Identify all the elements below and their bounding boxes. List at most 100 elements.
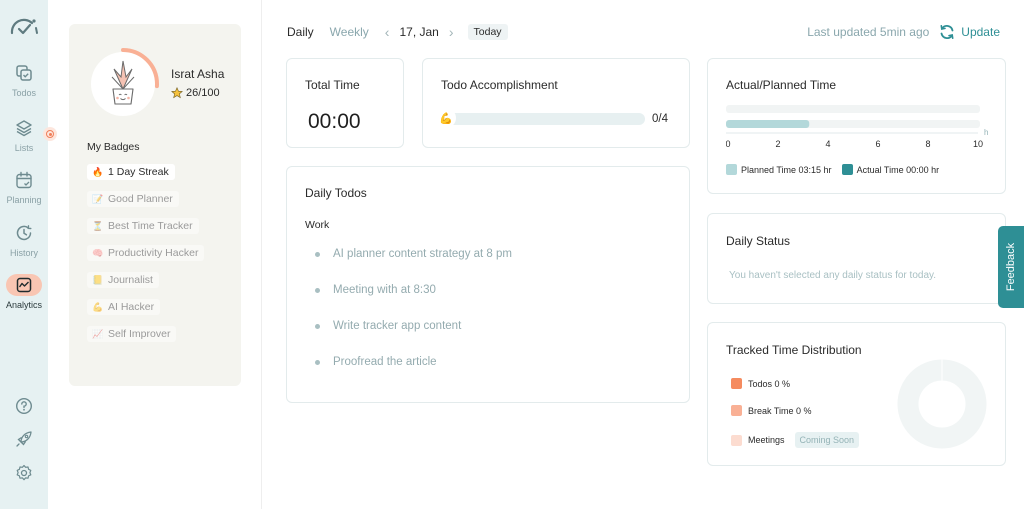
distribution-row-todos: Todos 0 % [731, 378, 790, 389]
plant-avatar-icon [111, 60, 135, 105]
nav-item-lists[interactable]: Lists [0, 117, 48, 153]
refresh-icon [940, 25, 954, 39]
nav-item-planning[interactable]: Planning [0, 169, 48, 205]
nav-item-analytics[interactable]: Analytics [0, 274, 48, 310]
legend-swatch [731, 434, 742, 446]
update-area: Last updated 5min ago Update [807, 24, 1000, 40]
chevron-left-icon[interactable]: ‹ [385, 24, 390, 40]
settings-button[interactable] [0, 464, 48, 482]
view-toolbar: Daily Weekly ‹ 17, Jan › Today [287, 24, 508, 40]
coming-soon-badge: Coming Soon [794, 432, 860, 448]
feedback-label: Feedback [1005, 242, 1017, 292]
badge-item[interactable]: 🔥 1 Day Streak [87, 164, 175, 180]
score-value: 26/100 [186, 87, 220, 99]
nav-rail: Todos Lists Planning History Analytics [0, 0, 48, 509]
record-dot-icon [46, 130, 54, 138]
tracked-time-card: Tracked Time Distribution Todos 0 % Brea… [707, 322, 1006, 466]
x-axis-unit: hr [984, 128, 988, 137]
card-title: Daily Status [726, 234, 791, 248]
last-updated-text: Last updated 5min ago [807, 25, 930, 39]
legend-label: Actual Time 00:00 hr [856, 164, 940, 175]
badge-label: Productivity Hacker [108, 247, 199, 259]
star-icon [171, 87, 183, 99]
feedback-tab[interactable]: Feedback [998, 226, 1024, 308]
x-tick-label: 4 [825, 139, 830, 149]
todo-item[interactable]: AI planner content strategy at 8 pm [315, 248, 512, 260]
badge-item[interactable]: ⏳ Best Time Tracker [87, 218, 199, 234]
user-score: 26/100 [171, 87, 220, 99]
card-title: Total Time [305, 78, 360, 92]
nav-label: Planning [6, 195, 42, 205]
badge-icon: 📝 [92, 194, 104, 204]
daily-status-card: Daily Status You haven't selected any da… [707, 213, 1006, 304]
x-tick-label: 10 [973, 139, 983, 149]
tab-weekly[interactable]: Weekly [330, 25, 369, 39]
badge-icon: 🧠 [92, 248, 104, 258]
badge-label: Good Planner [108, 193, 173, 205]
legend-label: Planned Time 03:15 hr [741, 164, 832, 175]
collapse-toggle[interactable] [43, 127, 57, 141]
chevron-right-icon[interactable]: › [449, 24, 454, 40]
badge-label: Best Time Tracker [108, 220, 193, 232]
todo-accomplishment-card: Todo Accomplishment 💪 0/4 [422, 58, 690, 148]
todo-item[interactable]: Proofread the article [315, 356, 437, 368]
card-title: Actual/Planned Time [726, 78, 837, 92]
todo-item[interactable]: Meeting with at 8:30 [315, 284, 436, 296]
panel-divider [261, 0, 262, 509]
distribution-donut [897, 359, 987, 449]
calendar-icon [13, 169, 35, 191]
accomplishment-progress-track [441, 113, 645, 125]
legend-swatch [731, 405, 742, 416]
bullet-icon [315, 287, 320, 293]
x-tick-label: 2 [775, 139, 780, 149]
badge-item[interactable]: 🧠 Productivity Hacker [87, 245, 205, 261]
bullet-icon [315, 251, 320, 257]
card-title: Todo Accomplishment [441, 78, 558, 92]
badge-label: Self Improver [108, 328, 171, 340]
badge-item[interactable]: 💪 AI Hacker [87, 299, 161, 315]
nav-label: Analytics [5, 300, 42, 310]
badge-icon: ⏳ [92, 221, 104, 231]
total-time-value: 00:00 [308, 110, 361, 133]
todo-item[interactable]: Write tracker app content [315, 320, 461, 332]
tab-daily[interactable]: Daily [287, 25, 314, 39]
date-navigator: ‹ 17, Jan › Today [385, 24, 508, 40]
rocket-button[interactable] [0, 430, 48, 448]
nav-label: Todos [11, 88, 37, 98]
card-title: Tracked Time Distribution [726, 343, 862, 357]
flexed-arm-icon: 💪 [436, 108, 456, 128]
actual-planned-card: Actual/Planned Time 0 2 4 6 8 10hr Planned Ti… [707, 58, 1006, 194]
badge-item[interactable]: 📝 Good Planner [87, 191, 179, 207]
layers-icon [13, 117, 35, 139]
actual-planned-chart: 0 2 4 6 8 10hr [726, 105, 988, 149]
badge-item[interactable]: 📒 Journalist [87, 272, 159, 288]
nav-label: History [9, 248, 38, 258]
update-label: Update [961, 25, 1000, 39]
rocket-icon [16, 431, 32, 447]
legend-swatch [726, 164, 737, 175]
todo-text: Write tracker app content [333, 320, 462, 332]
badge-icon: 💪 [92, 302, 104, 312]
card-title: Daily Todos [305, 186, 367, 200]
todo-group-label: Work [305, 219, 330, 231]
bar-track [726, 105, 980, 113]
badge-label: 1 Day Streak [108, 166, 169, 178]
chart-legend: Planned Time 03:15 hr Actual Time 00:00 … [726, 164, 939, 175]
gauge-logo-icon[interactable] [8, 14, 40, 38]
badge-icon: 📒 [92, 275, 104, 285]
update-button[interactable]: Update [939, 24, 1000, 40]
legend-planned: Planned Time 03:15 hr [726, 164, 832, 175]
nav-item-todos[interactable]: Todos [0, 62, 48, 98]
nav-label: Lists [14, 143, 34, 153]
nav-item-history[interactable]: History [0, 222, 48, 258]
distribution-label: Meetings [748, 435, 785, 445]
user-name: Israt Asha [171, 67, 225, 81]
bar-planned [726, 120, 810, 128]
help-button[interactable] [0, 397, 48, 415]
today-button[interactable]: Today [467, 24, 508, 40]
daily-todos-card: Daily Todos Work AI planner content stra… [286, 166, 690, 403]
badge-item[interactable]: 📈 Self Improver [87, 326, 177, 342]
badge-icon: 📈 [92, 329, 104, 339]
x-tick-label: 0 [726, 139, 731, 149]
legend-swatch [841, 164, 853, 175]
